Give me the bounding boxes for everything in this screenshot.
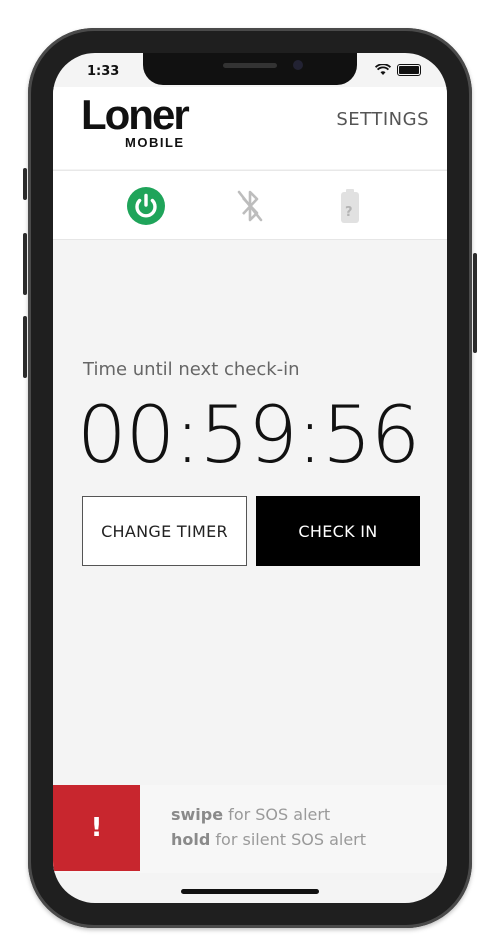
checkin-label: Time until next check-in bbox=[83, 359, 300, 380]
speaker bbox=[223, 63, 277, 68]
alert-icon: ! bbox=[90, 813, 103, 843]
home-indicator[interactable] bbox=[181, 889, 319, 894]
volume-up-button bbox=[23, 233, 27, 295]
sos-swipe-hint: swipe for SOS alert bbox=[171, 805, 330, 824]
change-timer-button[interactable]: CHANGE TIMER bbox=[82, 496, 247, 566]
power-icon[interactable] bbox=[126, 186, 166, 226]
logo: Loner bbox=[81, 91, 190, 138]
power-side-button bbox=[473, 253, 477, 353]
checkin-timer: 00:59:56 bbox=[77, 391, 420, 481]
app-header: Loner MOBILE SETTINGS bbox=[53, 87, 447, 169]
sos-swipe-word: swipe bbox=[171, 805, 224, 824]
check-in-button[interactable]: CHECK IN bbox=[256, 496, 420, 566]
logo-subtitle: MOBILE bbox=[125, 135, 185, 150]
battery-unknown-symbol: ? bbox=[345, 205, 353, 220]
status-battery-icon bbox=[397, 64, 421, 76]
sos-panel[interactable]: ! swipe for SOS alert hold for silent SO… bbox=[53, 785, 447, 873]
sos-alert-button[interactable]: ! bbox=[53, 785, 140, 871]
settings-button[interactable]: SETTINGS bbox=[336, 109, 429, 130]
notch bbox=[143, 53, 357, 85]
device-status-bar: ? bbox=[53, 170, 447, 240]
side-button bbox=[23, 168, 27, 200]
sos-swipe-text: for SOS alert bbox=[223, 805, 331, 824]
camera bbox=[293, 60, 303, 70]
status-time: 1:33 bbox=[87, 64, 120, 79]
wifi-icon bbox=[375, 64, 391, 75]
status-icons bbox=[375, 64, 421, 76]
bluetooth-off-icon[interactable] bbox=[233, 186, 267, 226]
sos-hold-word: hold bbox=[171, 830, 211, 849]
sos-hold-text: for silent SOS alert bbox=[210, 830, 367, 849]
volume-down-button bbox=[23, 316, 27, 378]
app-screen: 1:33 Loner MOBILE SETTINGS ? Time until … bbox=[53, 53, 447, 903]
sos-hold-hint: hold for silent SOS alert bbox=[171, 830, 366, 849]
